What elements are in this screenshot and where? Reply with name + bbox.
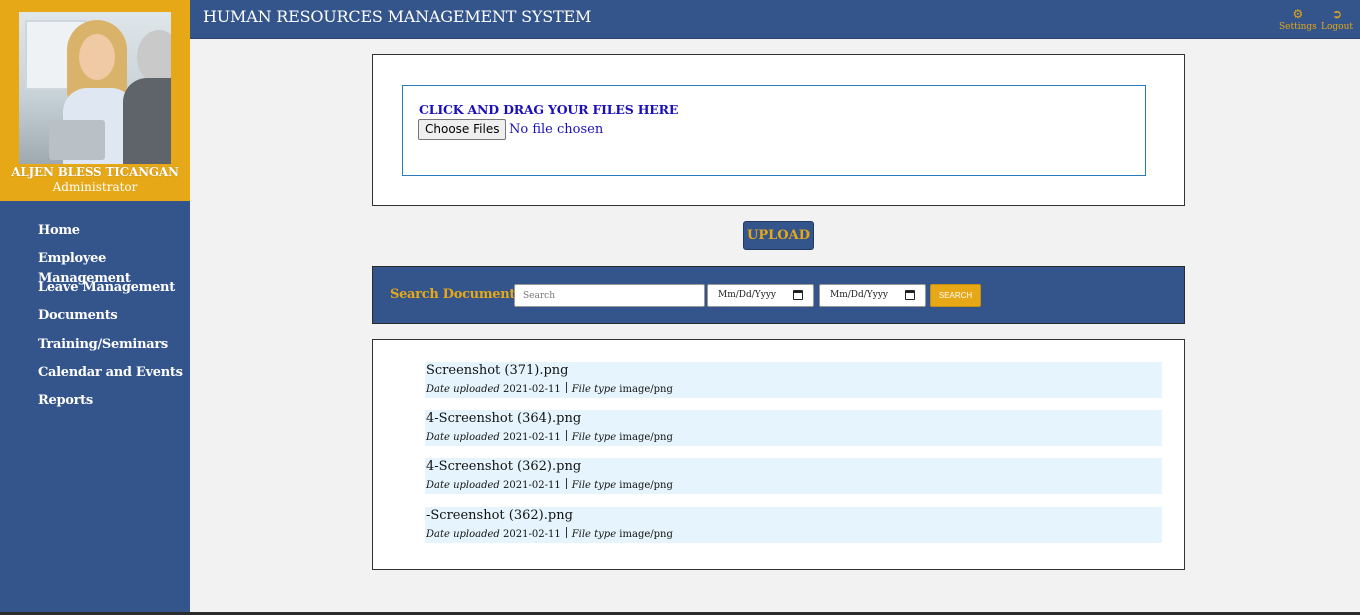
sidebar-item-documents[interactable]: Documents xyxy=(0,306,190,334)
settings-label: Settings xyxy=(1279,22,1317,32)
sidebar-item-training-seminars[interactable]: Training/Seminars xyxy=(0,335,190,363)
date-to-input[interactable]: Mm/Dd/Yyyy xyxy=(819,284,926,307)
sidebar-nav: Home Employee Management Leave Managemen… xyxy=(0,221,190,420)
no-file-chosen-text: No file chosen xyxy=(509,122,604,137)
document-type: image/png xyxy=(619,480,673,491)
list-item[interactable]: -Screenshot (362).png Date uploaded 2021… xyxy=(425,507,1162,543)
user-role: Administrator xyxy=(52,180,138,194)
dropzone-text: CLICK AND DRAG YOUR FILES HERE xyxy=(419,102,679,117)
type-label: File type xyxy=(571,529,617,540)
document-meta: Date uploaded 2021-02-11 File type image/… xyxy=(426,527,673,540)
sidebar: ALJEN BLESS TICANGAN Administrator Home … xyxy=(0,0,190,612)
date-to-placeholder: Mm/Dd/Yyyy xyxy=(830,290,888,300)
upload-panel: CLICK AND DRAG YOUR FILES HERE Choose Fi… xyxy=(372,54,1185,206)
document-date: 2021-02-11 xyxy=(503,432,561,443)
document-date: 2021-02-11 xyxy=(503,384,561,395)
document-name[interactable]: 4-Screenshot (364).png xyxy=(426,411,581,426)
type-label: File type xyxy=(571,384,617,395)
sidebar-item-home[interactable]: Home xyxy=(0,221,190,249)
date-label: Date uploaded xyxy=(426,384,500,395)
search-document-label: Search Document xyxy=(390,287,516,302)
document-name[interactable]: Screenshot (371).png xyxy=(426,363,569,378)
settings-button[interactable]: ⚙ Settings xyxy=(1279,8,1317,32)
user-name: ALJEN BLESS TICANGAN xyxy=(11,165,179,179)
top-bar: HUMAN RESOURCES MANAGEMENT SYSTEM ⚙ Sett… xyxy=(190,0,1360,39)
sidebar-item-leave-management[interactable]: Leave Management xyxy=(0,278,190,306)
gear-icon: ⚙ xyxy=(1292,7,1304,21)
document-name[interactable]: 4-Screenshot (362).png xyxy=(426,459,581,474)
logout-label: Logout xyxy=(1321,22,1353,32)
document-date: 2021-02-11 xyxy=(503,529,561,540)
document-name[interactable]: -Screenshot (362).png xyxy=(426,508,573,523)
file-dropzone[interactable]: CLICK AND DRAG YOUR FILES HERE Choose Fi… xyxy=(402,85,1146,176)
list-item[interactable]: Screenshot (371).png Date uploaded 2021-… xyxy=(425,362,1162,398)
avatar xyxy=(19,12,171,164)
date-label: Date uploaded xyxy=(426,432,500,443)
sidebar-item-calendar-events[interactable]: Calendar and Events xyxy=(0,363,190,391)
logout-button[interactable]: ➲ Logout xyxy=(1321,8,1353,32)
search-input[interactable] xyxy=(514,284,705,307)
date-label: Date uploaded xyxy=(426,480,500,491)
upload-button[interactable]: UPLOAD xyxy=(743,221,814,250)
type-label: File type xyxy=(571,480,617,491)
choose-files-button[interactable]: Choose Files xyxy=(418,119,507,140)
sidebar-item-reports[interactable]: Reports xyxy=(0,391,190,419)
document-type: image/png xyxy=(619,384,673,395)
search-button[interactable]: SEARCH xyxy=(930,284,981,307)
date-from-placeholder: Mm/Dd/Yyyy xyxy=(718,290,776,300)
calendar-icon[interactable] xyxy=(905,290,915,300)
document-type: image/png xyxy=(619,432,673,443)
document-list: Screenshot (371).png Date uploaded 2021-… xyxy=(372,339,1185,570)
search-panel: Search Document Mm/Dd/Yyyy Mm/Dd/Yyyy SE… xyxy=(372,266,1185,324)
calendar-icon[interactable] xyxy=(793,290,803,300)
sidebar-item-employee-management[interactable]: Employee Management xyxy=(0,249,190,286)
document-meta: Date uploaded 2021-02-11 File type image/… xyxy=(426,478,673,491)
app-title: HUMAN RESOURCES MANAGEMENT SYSTEM xyxy=(203,7,592,26)
list-item[interactable]: 4-Screenshot (364).png Date uploaded 202… xyxy=(425,410,1162,446)
profile-card: ALJEN BLESS TICANGAN Administrator xyxy=(0,0,190,201)
date-from-input[interactable]: Mm/Dd/Yyyy xyxy=(707,284,814,307)
type-label: File type xyxy=(571,432,617,443)
logout-icon: ➲ xyxy=(1331,7,1343,21)
document-meta: Date uploaded 2021-02-11 File type image/… xyxy=(426,382,673,395)
document-type: image/png xyxy=(619,529,673,540)
document-date: 2021-02-11 xyxy=(503,480,561,491)
list-item[interactable]: 4-Screenshot (362).png Date uploaded 202… xyxy=(425,458,1162,494)
date-label: Date uploaded xyxy=(426,529,500,540)
document-meta: Date uploaded 2021-02-11 File type image/… xyxy=(426,430,673,443)
